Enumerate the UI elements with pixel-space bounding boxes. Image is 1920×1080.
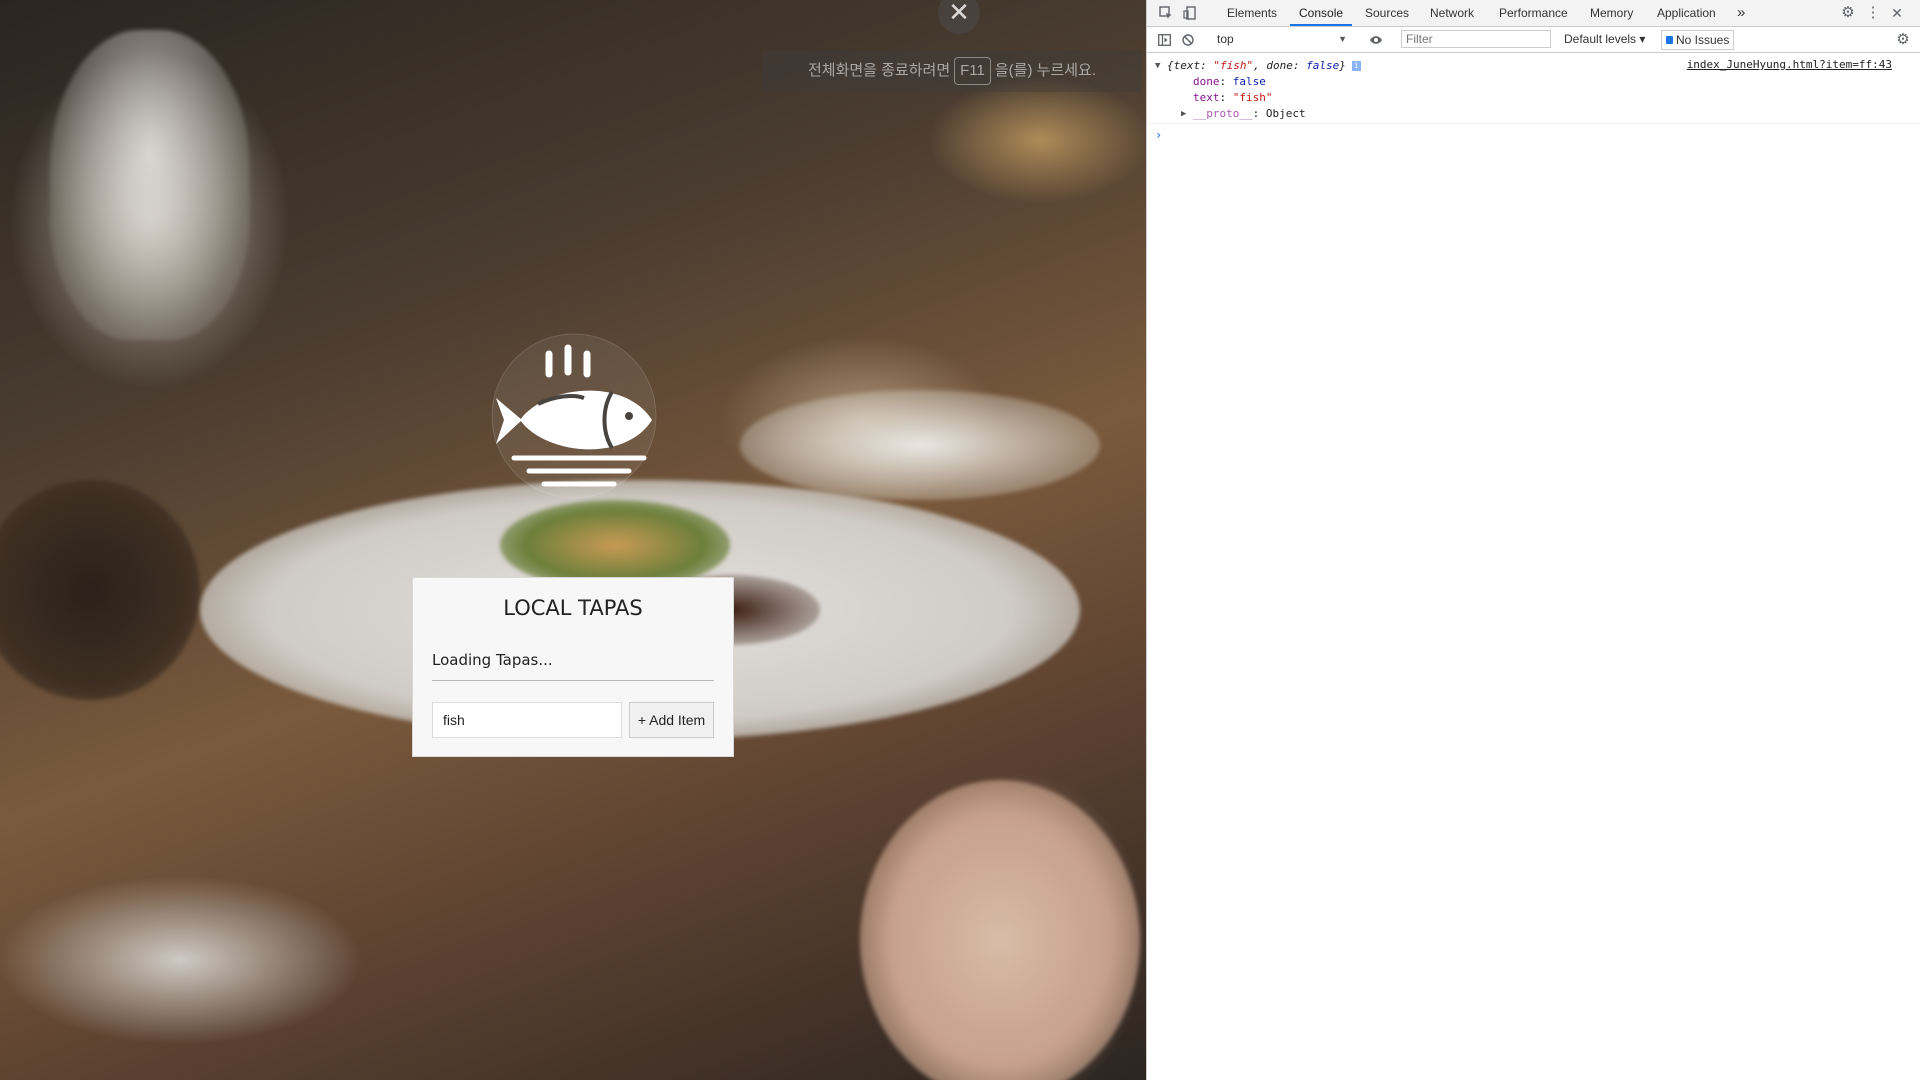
fullscreen-exit-hint: 전체화면을 종료하려면 F11 을(를) 누르세요. [762, 50, 1142, 92]
tab-performance[interactable]: Performance [1499, 0, 1568, 26]
console-message-divider [1147, 123, 1920, 124]
execution-context-select[interactable]: top ▼ [1217, 29, 1353, 49]
issues-flag-icon [1666, 36, 1673, 44]
sidebar-toggle-icon[interactable] [1153, 27, 1175, 52]
chevron-down-icon: ▼ [1338, 34, 1347, 44]
todo-status-text: Loading Tapas... [432, 651, 553, 669]
console-toolbar: top ▼ Default levels ▾ No Issues ⚙ [1147, 27, 1920, 53]
console-log-object-summary[interactable]: ▼ {text: "fish", done: false} i [1155, 58, 1361, 74]
object-info-icon[interactable]: i [1351, 61, 1361, 71]
tab-sources[interactable]: Sources [1365, 0, 1409, 26]
background-photo-bread-basket [0, 480, 200, 700]
tab-network[interactable]: Network [1430, 0, 1474, 26]
prop-text-value: "fish" [1232, 91, 1273, 104]
page-viewport: ✕ 전체화면을 종료하려면 F11 을(를) 누르세요. LOCAL TAPAS… [0, 0, 1146, 1080]
background-photo-wine-glass [50, 30, 250, 340]
console-prop-text: text: "fish" [1193, 91, 1273, 104]
console-settings-gear-icon[interactable]: ⚙ [1892, 27, 1914, 52]
fullscreen-hint-before: 전체화면을 종료하려면 [807, 62, 951, 79]
expand-triangle-right-icon[interactable]: ▶ [1181, 106, 1186, 122]
tab-memory[interactable]: Memory [1590, 0, 1633, 26]
background-photo-hand [860, 780, 1140, 1080]
steaming-fish-icon [491, 333, 657, 499]
prop-text-key: text [1193, 91, 1220, 104]
todo-item-input[interactable] [432, 702, 622, 738]
fullscreen-hint-key: F11 [954, 57, 991, 85]
device-toolbar-icon[interactable] [1179, 0, 1201, 26]
console-filter-input[interactable] [1401, 30, 1551, 48]
summary-done-value: false [1306, 59, 1340, 72]
prop-done-value: false [1232, 75, 1266, 88]
close-devtools-icon[interactable]: ✕ [1886, 0, 1908, 26]
summary-mid: , done: [1253, 59, 1307, 72]
console-prop-done: done: false [1193, 75, 1266, 88]
fullscreen-exit-close-icon[interactable]: ✕ [938, 0, 980, 34]
issues-label: No Issues [1676, 33, 1730, 47]
console-prompt-icon[interactable]: › [1155, 128, 1162, 142]
console-prop-proto[interactable]: ▶ __proto__: Object [1181, 106, 1306, 122]
todo-card: LOCAL TAPAS Loading Tapas... + Add Item [412, 577, 734, 757]
summary-close: } [1339, 59, 1346, 72]
prop-proto-key: __proto__ [1193, 107, 1253, 120]
tab-console[interactable]: Console [1290, 0, 1353, 26]
devtools-panel: Elements Console Sources Network Perform… [1146, 0, 1920, 1080]
inspect-element-icon[interactable] [1155, 0, 1177, 26]
prop-done-key: done [1193, 75, 1220, 88]
settings-gear-icon[interactable]: ⚙ [1837, 0, 1859, 26]
tab-application[interactable]: Application [1657, 0, 1716, 26]
screen: ✕ 전체화면을 종료하려면 F11 을(를) 누르세요. LOCAL TAPAS… [0, 0, 1920, 1080]
background-photo-back-plate [740, 390, 1100, 500]
todo-divider [432, 680, 714, 681]
todo-title: LOCAL TAPAS [503, 596, 643, 620]
more-tabs-chevron-icon[interactable]: » [1737, 0, 1745, 26]
expand-triangle-icon[interactable]: ▼ [1155, 58, 1160, 74]
console-source-link[interactable]: index_JuneHyung.html?item=ff:43 [1687, 58, 1892, 71]
prop-proto-value: Object [1265, 107, 1306, 120]
devtools-tab-bar: Elements Console Sources Network Perform… [1147, 0, 1920, 27]
add-item-button[interactable]: + Add Item [629, 702, 714, 738]
log-levels-dropdown[interactable]: Default levels ▾ [1564, 29, 1645, 49]
live-expression-eye-icon[interactable] [1365, 27, 1387, 52]
context-value: top [1217, 32, 1234, 46]
clear-console-icon[interactable] [1177, 27, 1199, 52]
fullscreen-hint-after: 을(를) 누르세요. [994, 62, 1097, 79]
summary-open: {text: [1167, 59, 1214, 72]
issues-button[interactable]: No Issues [1661, 30, 1735, 50]
more-options-icon[interactable]: ⋮ [1862, 0, 1884, 26]
summary-text-value: "fish" [1213, 59, 1254, 72]
tab-elements[interactable]: Elements [1227, 0, 1277, 26]
